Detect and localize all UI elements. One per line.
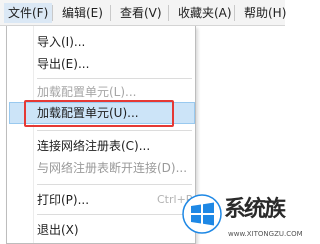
windows-logo-icon [182, 194, 222, 234]
menu-item-disconnect-network-registry: 与网络注册表断开连接(D)... [37, 161, 188, 175]
menu-separator [37, 214, 192, 215]
file-dropdown-menu: 导入(I)... 导出(E)... 加载配置单元(L)... 加载配置单元(U)… [6, 26, 196, 244]
menu-edit[interactable]: 编辑(E) [58, 3, 107, 23]
watermark-url: www.XITONGZU.COM [228, 230, 303, 238]
menu-divider [234, 5, 235, 21]
menu-item-exit[interactable]: 退出(X) [37, 220, 79, 240]
menu-bar: 文件(F) 编辑(E) 查看(V) 收藏夹(A) 帮助(H) [0, 0, 286, 26]
watermark-title: 系统族 [224, 197, 286, 222]
menu-item-import[interactable]: 导入(I)... [37, 32, 85, 52]
menu-divider [168, 5, 169, 21]
menu-favorites[interactable]: 收藏夹(A) [174, 3, 236, 23]
menu-view[interactable]: 查看(V) [116, 3, 166, 23]
menu-icon-gutter [33, 26, 34, 243]
menu-file[interactable]: 文件(F) [4, 3, 53, 23]
menu-item-print[interactable]: 打印(P)... [37, 190, 89, 210]
menu-item-connect-network-registry[interactable]: 连接网络注册表(C)... [37, 136, 150, 156]
menu-item-export[interactable]: 导出(E)... [37, 54, 89, 74]
menu-divider [52, 5, 53, 21]
menu-separator [37, 78, 192, 79]
site-watermark: 系统族 www.XITONGZU.COM [182, 190, 303, 242]
menu-separator [37, 130, 192, 131]
menu-item-load-hive-disabled: 加载配置单元(L)... [37, 85, 137, 99]
menu-separator [37, 184, 192, 185]
menu-divider [110, 5, 111, 21]
annotation-highlight-box [24, 100, 174, 127]
menu-help[interactable]: 帮助(H) [240, 3, 290, 23]
